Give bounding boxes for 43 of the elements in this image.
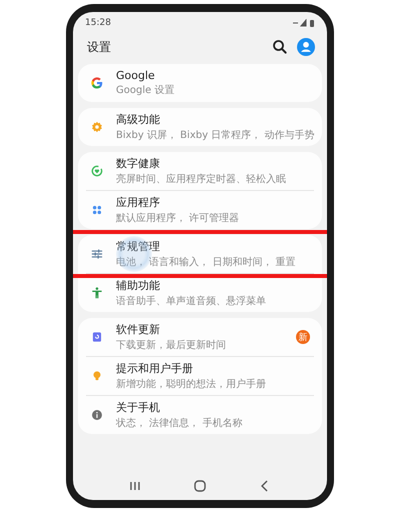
item-title: 应用程序 (116, 195, 161, 210)
settings-item[interactable]: 数字健康 亮屏时间、应用程序定时器、轻松入眠 (86, 152, 314, 190)
settings-item[interactable]: 软件更新 下载更新，最后更新时间 新 (86, 318, 314, 356)
item-subtitle: 状态， 法律信息， 手机名称 (116, 416, 244, 430)
item-title: Google (116, 69, 156, 82)
item-title: 提示和用户手册 (116, 361, 194, 376)
search-icon[interactable] (271, 38, 289, 56)
settings-item[interactable]: Google Google 设置 (86, 64, 314, 102)
account-icon[interactable] (297, 38, 315, 56)
gear-icon (90, 120, 104, 134)
update-icon (90, 330, 104, 344)
apps-icon (90, 203, 104, 217)
settings-item[interactable]: 辅助功能 语音助手、单声道音频、悬浮菜单 (86, 274, 314, 312)
item-subtitle: 默认应用程序， 许可管理器 (116, 212, 240, 225)
item-title: 软件更新 (116, 322, 161, 337)
item-title: 常规管理 (116, 239, 161, 254)
new-badge: 新 (296, 330, 310, 344)
settings-item[interactable]: 应用程序 默认应用程序， 许可管理器 (86, 191, 314, 229)
item-subtitle: 语音助手、单声道音频、悬浮菜单 (116, 294, 267, 308)
item-subtitle: Google 设置 (116, 84, 176, 97)
item-subtitle: 下载更新，最后更新时间 (116, 338, 227, 352)
home-icon[interactable] (192, 479, 207, 493)
item-title: 高级功能 (116, 112, 161, 127)
item-title: 关于手机 (116, 400, 161, 415)
item-title: 辅助功能 (116, 278, 161, 293)
info-icon (90, 408, 104, 422)
item-subtitle: 亮屏时间、应用程序定时器、轻松入眠 (116, 172, 287, 186)
settings-item[interactable]: 高级功能 Bixby 识屏， Bixby 日常程序， 动作与手势 (86, 108, 314, 146)
signal-battery-icon (293, 19, 315, 27)
accessibility-icon (90, 286, 104, 300)
heart-circle-icon (90, 164, 104, 178)
settings-item[interactable]: 关于手机 状态， 法律信息， 手机名称 (86, 396, 314, 434)
status-time: 15:28 (85, 18, 111, 28)
settings-item[interactable]: 常规管理 电池， 语言和输入， 日期和时间， 重置 (86, 235, 314, 273)
google-g-icon (90, 76, 104, 90)
item-title: 数字健康 (116, 156, 161, 171)
sliders-icon (90, 247, 104, 261)
item-subtitle: Bixby 识屏， Bixby 日常程序， 动作与手势 (116, 128, 314, 142)
item-subtitle: 新增功能，聪明的想法，用户手册 (116, 378, 267, 391)
item-subtitle: 电池， 语言和输入， 日期和时间， 重置 (116, 256, 297, 269)
page-title: 设置 (87, 38, 112, 56)
settings-item[interactable]: 提示和用户手册 新增功能，聪明的想法，用户手册 (86, 357, 314, 395)
recents-icon[interactable] (128, 479, 142, 493)
